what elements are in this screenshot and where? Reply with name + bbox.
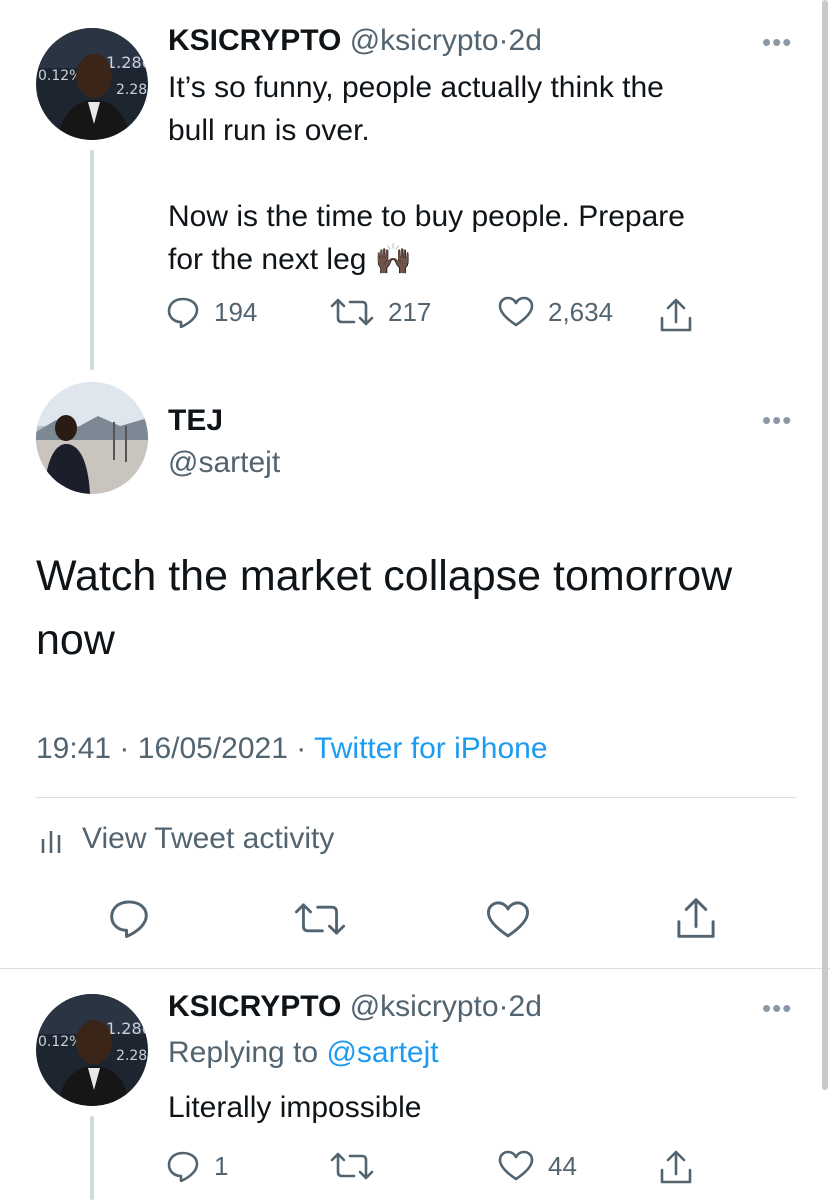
more-horizontal-icon: ••• <box>762 27 793 57</box>
tweet1-text-2: Now is the time to buy people. Prepare f… <box>168 195 788 281</box>
reply-count: 194 <box>214 296 258 327</box>
thread-line <box>90 150 94 370</box>
separator: · <box>498 990 509 1023</box>
tweet2-text: Watch the market collapse tomorrow now <box>36 544 806 672</box>
avatar-ksicrypto[interactable]: 0.12% 1.286 2.28 <box>36 994 148 1106</box>
more-horizontal-icon: ••• <box>762 993 793 1023</box>
separator: · <box>119 732 130 765</box>
tweet-date[interactable]: 16/05/2021 <box>138 732 288 765</box>
tweet2-meta: 19:41 · 16/05/2021 · Twitter for iPhone <box>36 732 548 766</box>
view-tweet-activity-label: View Tweet activity <box>82 822 335 855</box>
timestamp[interactable]: 2d <box>509 990 542 1023</box>
avatar-image: 0.12% 1.286 2.28 <box>36 28 148 140</box>
tweet-text-line: It’s so funny, people actually think the <box>168 71 664 104</box>
reply-button[interactable]: 1 <box>166 1150 228 1182</box>
share-icon <box>674 894 718 942</box>
tweet-text-line: bull run is over. <box>168 114 370 147</box>
more-options-button[interactable]: ••• <box>762 995 792 1021</box>
more-horizontal-icon: ••• <box>762 405 793 435</box>
author-handle[interactable]: @sartejt <box>168 442 280 484</box>
like-button[interactable] <box>486 900 530 940</box>
reply-icon <box>166 296 200 328</box>
retweet-button[interactable] <box>294 900 346 938</box>
svg-text:1.286: 1.286 <box>106 53 148 72</box>
replying-to-handle[interactable]: @sartejt <box>326 1036 438 1069</box>
retweet-button[interactable]: 217 <box>330 296 431 328</box>
tweet-text-line: for the next leg 🙌🏿 <box>168 243 413 276</box>
tweet3-header: KSICRYPTO @ksicrypto·2d <box>168 990 542 1024</box>
share-button[interactable] <box>674 894 718 942</box>
reply-button[interactable] <box>108 898 150 938</box>
retweet-icon <box>330 1150 374 1182</box>
share-icon <box>658 1148 694 1186</box>
timestamp[interactable]: 2d <box>509 24 542 57</box>
thread-line <box>90 1116 94 1200</box>
author-name[interactable]: TEJ <box>168 400 280 442</box>
retweet-button[interactable] <box>330 1150 374 1182</box>
svg-text:0.12%: 0.12% <box>38 68 82 84</box>
like-count: 2,634 <box>548 296 614 327</box>
like-button[interactable]: 44 <box>498 1150 577 1182</box>
retweet-icon <box>294 900 346 938</box>
share-icon <box>658 296 694 334</box>
tweet-text-line: Watch the market collapse tomorrow <box>36 552 733 600</box>
tweet1-text: It’s so funny, people actually think the… <box>168 66 788 152</box>
more-options-button[interactable]: ••• <box>762 407 792 433</box>
author-name[interactable]: KSICRYPTO <box>168 990 341 1023</box>
reply-count: 1 <box>214 1150 229 1181</box>
more-options-button[interactable]: ••• <box>762 29 792 55</box>
tweet3-text: Literally impossible <box>168 1091 422 1124</box>
tweet2-author: TEJ @sartejt <box>168 400 280 484</box>
tweet-text-line: Now is the time to buy people. Prepare <box>168 200 685 233</box>
bar-chart-icon <box>40 823 66 855</box>
tweet-thread-screen: { "tweet1": { "name": "KSICRYPTO", "hand… <box>0 0 830 1200</box>
heart-icon <box>486 900 530 940</box>
heart-icon <box>498 1150 534 1182</box>
tweet-text-line: now <box>36 616 115 664</box>
author-name[interactable]: KSICRYPTO <box>168 24 341 57</box>
divider <box>0 968 830 969</box>
separator: · <box>498 24 509 57</box>
share-button[interactable] <box>658 296 694 334</box>
source-link[interactable]: Twitter for iPhone <box>314 732 547 765</box>
like-count: 44 <box>548 1150 577 1181</box>
retweet-icon <box>330 296 374 328</box>
scrollbar[interactable] <box>822 0 828 1090</box>
author-handle[interactable]: @ksicrypto <box>350 24 499 57</box>
separator: · <box>296 732 307 765</box>
divider <box>36 797 796 798</box>
tweet1-header: KSICRYPTO @ksicrypto·2d <box>168 24 542 58</box>
like-button[interactable]: 2,634 <box>498 296 613 328</box>
avatar-image: 0.12% 1.286 2.28 <box>36 994 148 1106</box>
svg-text:1.286: 1.286 <box>106 1019 148 1038</box>
svg-text:2.28: 2.28 <box>116 1048 147 1064</box>
avatar-tej[interactable] <box>36 382 148 494</box>
view-tweet-activity-link[interactable]: View Tweet activity <box>40 822 334 856</box>
share-button[interactable] <box>658 1148 694 1186</box>
svg-text:2.28: 2.28 <box>116 82 147 98</box>
reply-button[interactable]: 194 <box>166 296 257 328</box>
author-handle[interactable]: @ksicrypto <box>350 990 499 1023</box>
replying-to: Replying to @sartejt <box>168 1036 439 1070</box>
avatar-image <box>36 382 148 494</box>
retweet-count: 217 <box>388 296 432 327</box>
svg-text:0.12%: 0.12% <box>38 1034 82 1050</box>
replying-to-prefix: Replying to <box>168 1036 319 1069</box>
reply-icon <box>108 898 150 938</box>
reply-icon <box>166 1150 200 1182</box>
avatar-ksicrypto[interactable]: 0.12% 1.286 2.28 <box>36 28 148 140</box>
tweet-time[interactable]: 19:41 <box>36 732 111 765</box>
heart-icon <box>498 296 534 328</box>
